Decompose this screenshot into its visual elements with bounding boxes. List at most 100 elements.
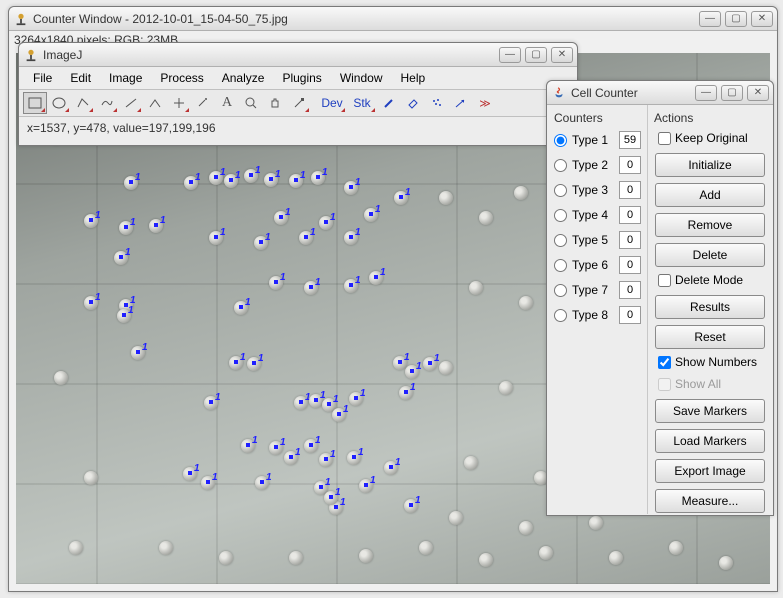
status-line: x=1537, y=478, value=197,199,196 bbox=[19, 117, 577, 139]
menu-edit[interactable]: Edit bbox=[62, 69, 99, 87]
more-tools-icon[interactable]: ≫ bbox=[473, 92, 497, 114]
maximize-button[interactable]: ▢ bbox=[725, 11, 747, 27]
cell bbox=[519, 296, 533, 310]
menu-plugins[interactable]: Plugins bbox=[274, 69, 329, 87]
load-markers-button[interactable]: Load Markers bbox=[655, 429, 765, 453]
point-tool-icon[interactable] bbox=[167, 92, 191, 114]
counter-type-7[interactable]: Type 70 bbox=[554, 281, 641, 299]
angle-tool-icon[interactable] bbox=[143, 92, 167, 114]
cell bbox=[609, 551, 623, 565]
java-icon bbox=[551, 85, 567, 101]
dropper-tool-icon[interactable] bbox=[287, 92, 311, 114]
microscope-icon bbox=[23, 47, 39, 63]
cell bbox=[539, 546, 553, 560]
count-box-7: 0 bbox=[619, 281, 641, 299]
menu-window[interactable]: Window bbox=[332, 69, 391, 87]
results-button[interactable]: Results bbox=[655, 295, 765, 319]
menu-image[interactable]: Image bbox=[101, 69, 150, 87]
counter-type-3[interactable]: Type 30 bbox=[554, 181, 641, 199]
cell bbox=[469, 281, 483, 295]
stk-tool[interactable]: Stk bbox=[347, 92, 377, 114]
delete-mode-check[interactable]: Delete Mode bbox=[658, 273, 766, 287]
keep-original-check[interactable]: Keep Original bbox=[658, 131, 766, 145]
maximize-button[interactable]: ▢ bbox=[721, 85, 743, 101]
close-button[interactable]: ✕ bbox=[751, 11, 773, 27]
counter-type-6[interactable]: Type 60 bbox=[554, 256, 641, 274]
hand-tool-icon[interactable] bbox=[263, 92, 287, 114]
cell bbox=[479, 211, 493, 225]
menu-process[interactable]: Process bbox=[152, 69, 211, 87]
counter-type-2[interactable]: Type 20 bbox=[554, 156, 641, 174]
line-tool-icon[interactable] bbox=[119, 92, 143, 114]
count-box-1: 59 bbox=[619, 131, 641, 149]
maximize-button[interactable]: ▢ bbox=[525, 47, 547, 63]
counters-column: Counters Type 159 Type 20 Type 30 Type 40 Ty… bbox=[548, 105, 648, 514]
initialize-button[interactable]: Initialize bbox=[655, 153, 765, 177]
export-image-button[interactable]: Export Image bbox=[655, 459, 765, 483]
spray-tool-icon[interactable] bbox=[425, 92, 449, 114]
dev-tool[interactable]: Dev bbox=[317, 92, 347, 114]
counter-window-title: Counter Window - 2012-10-01_15-04-50_75.… bbox=[33, 12, 699, 26]
remove-button[interactable]: Remove bbox=[655, 213, 765, 237]
minimize-button[interactable]: — bbox=[699, 11, 721, 27]
close-button[interactable]: ✕ bbox=[747, 85, 769, 101]
arrow-tool-icon[interactable] bbox=[449, 92, 473, 114]
flood-tool-icon[interactable] bbox=[401, 92, 425, 114]
count-box-2: 0 bbox=[619, 156, 641, 174]
add-button[interactable]: Add bbox=[655, 183, 765, 207]
freehand-tool-icon[interactable] bbox=[95, 92, 119, 114]
count-box-4: 0 bbox=[619, 206, 641, 224]
zoom-tool-icon[interactable] bbox=[239, 92, 263, 114]
menu-analyze[interactable]: Analyze bbox=[214, 69, 273, 87]
cell bbox=[464, 456, 478, 470]
actions-label: Actions bbox=[654, 111, 766, 125]
rectangle-tool-icon[interactable] bbox=[23, 92, 47, 114]
menu-file[interactable]: File bbox=[25, 69, 60, 87]
save-markers-button[interactable]: Save Markers bbox=[655, 399, 765, 423]
reset-button[interactable]: Reset bbox=[655, 325, 765, 349]
count-box-6: 0 bbox=[619, 256, 641, 274]
brush-tool-icon[interactable] bbox=[377, 92, 401, 114]
cell bbox=[719, 556, 733, 570]
cell bbox=[419, 541, 433, 555]
cell bbox=[519, 521, 533, 535]
minimize-button[interactable]: — bbox=[499, 47, 521, 63]
cell bbox=[439, 191, 453, 205]
toolbar: A Dev Stk ≫ bbox=[19, 89, 577, 117]
counter-type-8[interactable]: Type 80 bbox=[554, 306, 641, 324]
cell bbox=[499, 381, 513, 395]
cell bbox=[219, 551, 233, 565]
cell bbox=[359, 549, 373, 563]
menu-bar: FileEditImageProcessAnalyzePluginsWindow… bbox=[19, 67, 577, 89]
actions-column: Actions Keep Original Initialize Add Rem… bbox=[648, 105, 772, 514]
imagej-titlebar[interactable]: ImageJ — ▢ ✕ bbox=[19, 43, 577, 67]
counter-type-1[interactable]: Type 159 bbox=[554, 131, 641, 149]
polygon-tool-icon[interactable] bbox=[71, 92, 95, 114]
counter-type-4[interactable]: Type 40 bbox=[554, 206, 641, 224]
delete-button[interactable]: Delete bbox=[655, 243, 765, 267]
cell bbox=[449, 511, 463, 525]
cell bbox=[289, 551, 303, 565]
counters-label: Counters bbox=[554, 111, 641, 125]
cell bbox=[514, 186, 528, 200]
wand-tool-icon[interactable] bbox=[191, 92, 215, 114]
cell bbox=[479, 553, 493, 567]
oval-tool-icon[interactable] bbox=[47, 92, 71, 114]
count-box-8: 0 bbox=[619, 306, 641, 324]
count-box-3: 0 bbox=[619, 181, 641, 199]
imagej-title: ImageJ bbox=[43, 48, 499, 62]
counter-type-5[interactable]: Type 50 bbox=[554, 231, 641, 249]
cell-counter-titlebar[interactable]: Cell Counter — ▢ ✕ bbox=[547, 81, 773, 105]
minimize-button[interactable]: — bbox=[695, 85, 717, 101]
text-tool-icon[interactable]: A bbox=[215, 92, 239, 114]
measure-button[interactable]: Measure... bbox=[655, 489, 765, 513]
show-all-check: Show All bbox=[658, 377, 766, 391]
cell bbox=[589, 516, 603, 530]
counter-window-titlebar[interactable]: Counter Window - 2012-10-01_15-04-50_75.… bbox=[9, 7, 777, 31]
cell bbox=[84, 471, 98, 485]
menu-help[interactable]: Help bbox=[393, 69, 434, 87]
cell bbox=[69, 541, 83, 555]
close-button[interactable]: ✕ bbox=[551, 47, 573, 63]
show-numbers-check[interactable]: Show Numbers bbox=[658, 355, 766, 369]
cell bbox=[159, 541, 173, 555]
